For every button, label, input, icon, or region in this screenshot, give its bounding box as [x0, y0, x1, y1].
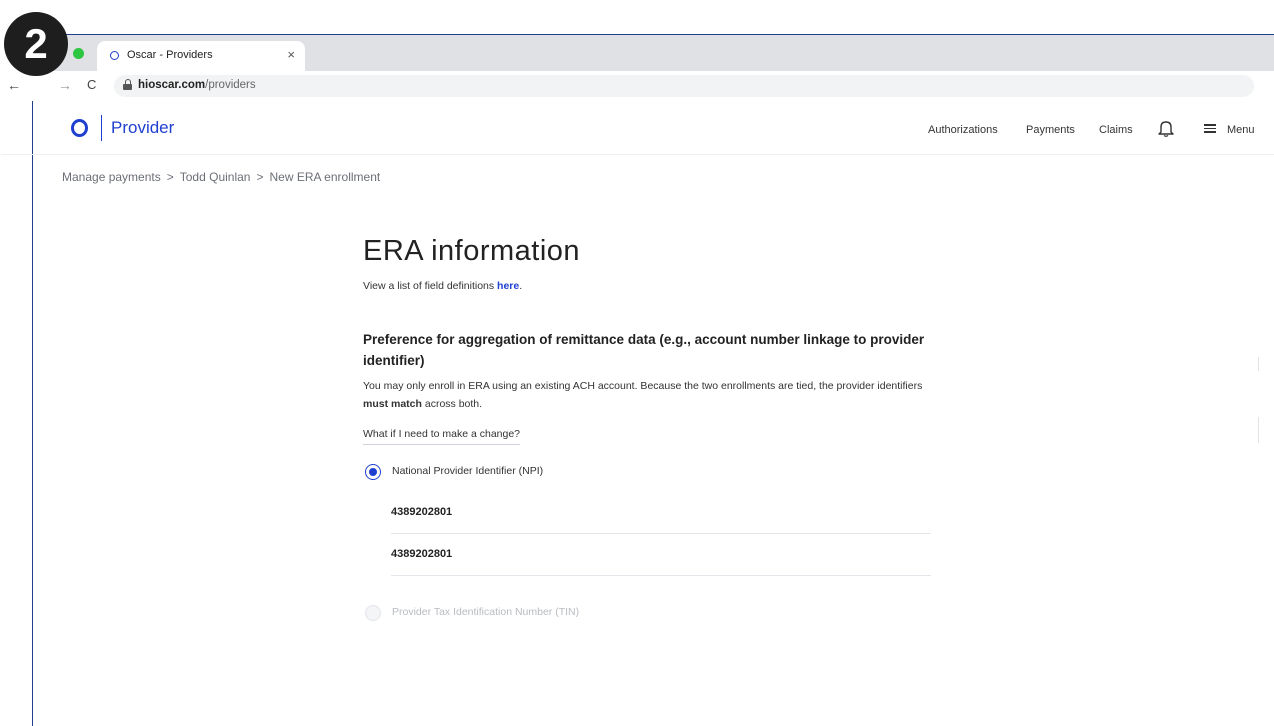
tab-title: Oscar - Providers [127, 49, 213, 61]
bell-icon[interactable] [1158, 119, 1174, 137]
npi-radio-label[interactable]: National Provider Identifier (NPI) [392, 465, 543, 477]
edge-mark [1258, 417, 1259, 443]
tin-radio[interactable] [365, 605, 381, 621]
forward-arrow-icon[interactable]: → [58, 77, 72, 93]
tin-option[interactable]: Provider Tax Identification Number (TIN) [363, 604, 963, 624]
section-body: You may only enroll in ERA using an exis… [363, 380, 923, 410]
reload-icon[interactable]: C [87, 77, 96, 92]
npi-confirm-value: 4389202801 [391, 548, 453, 560]
browser-tab[interactable]: Oscar - Providers × [97, 41, 305, 71]
nav-link-payments[interactable]: Payments [1026, 124, 1075, 136]
page-title: ERA information [363, 235, 581, 267]
change-help-link[interactable]: What if I need to make a change? [363, 428, 521, 445]
url-field[interactable]: hioscar.com/providers [114, 75, 1254, 97]
breadcrumb-item-current: New ERA enrollment [269, 170, 381, 184]
close-tab-icon[interactable]: × [287, 47, 295, 62]
edge-mark [1258, 357, 1259, 371]
npi-field[interactable]: 4389202801 [391, 492, 931, 534]
field-definitions-link[interactable]: here [497, 280, 519, 292]
menu-label[interactable]: Menu [1227, 124, 1255, 136]
npi-radio[interactable] [365, 464, 381, 480]
nav-link-claims[interactable]: Claims [1099, 124, 1133, 136]
hamburger-menu-icon[interactable] [1204, 124, 1216, 133]
back-arrow-icon[interactable]: ← [7, 77, 21, 93]
breadcrumb-separator: > [256, 170, 264, 184]
tin-radio-label[interactable]: Provider Tax Identification Number (TIN) [392, 606, 579, 618]
breadcrumb-item-provider[interactable]: Todd Quinlan [180, 170, 251, 184]
oscar-logo-icon[interactable] [71, 119, 88, 137]
npi-confirm-field[interactable]: 4389202801 [391, 534, 931, 576]
site-header: Provider Authorizations Payments Claims … [1, 113, 1274, 155]
address-bar: ← → C hioscar.com/providers [1, 71, 1274, 101]
npi-value: 4389202801 [391, 506, 453, 518]
breadcrumb-item-manage-payments[interactable]: Manage payments [62, 170, 161, 184]
nav-link-authorizations[interactable]: Authorizations [928, 124, 998, 136]
step-badge: 2 [4, 12, 68, 76]
lock-icon [123, 79, 132, 90]
section-heading: Preference for aggregation of remittance… [363, 332, 925, 368]
breadcrumb: Manage payments > Todd Quinlan > New ERA enr… [62, 170, 380, 184]
window-dot-icon[interactable] [73, 48, 84, 59]
page: 2 Oscar - Providers × ← → C hioscar.com/… [0, 0, 1274, 726]
url-text: hioscar.com/providers [138, 79, 256, 91]
breadcrumb-separator: > [166, 170, 174, 184]
logo-divider [101, 115, 102, 141]
subtitle: View a list of field definitions here. [363, 280, 523, 292]
tab-strip: Oscar - Providers × [33, 35, 1274, 71]
oscar-favicon-icon [110, 51, 119, 60]
logo-text[interactable]: Provider [111, 118, 174, 138]
npi-option[interactable]: National Provider Identifier (NPI) [363, 463, 963, 483]
main-content: ERA information View a list of field def… [363, 235, 963, 624]
